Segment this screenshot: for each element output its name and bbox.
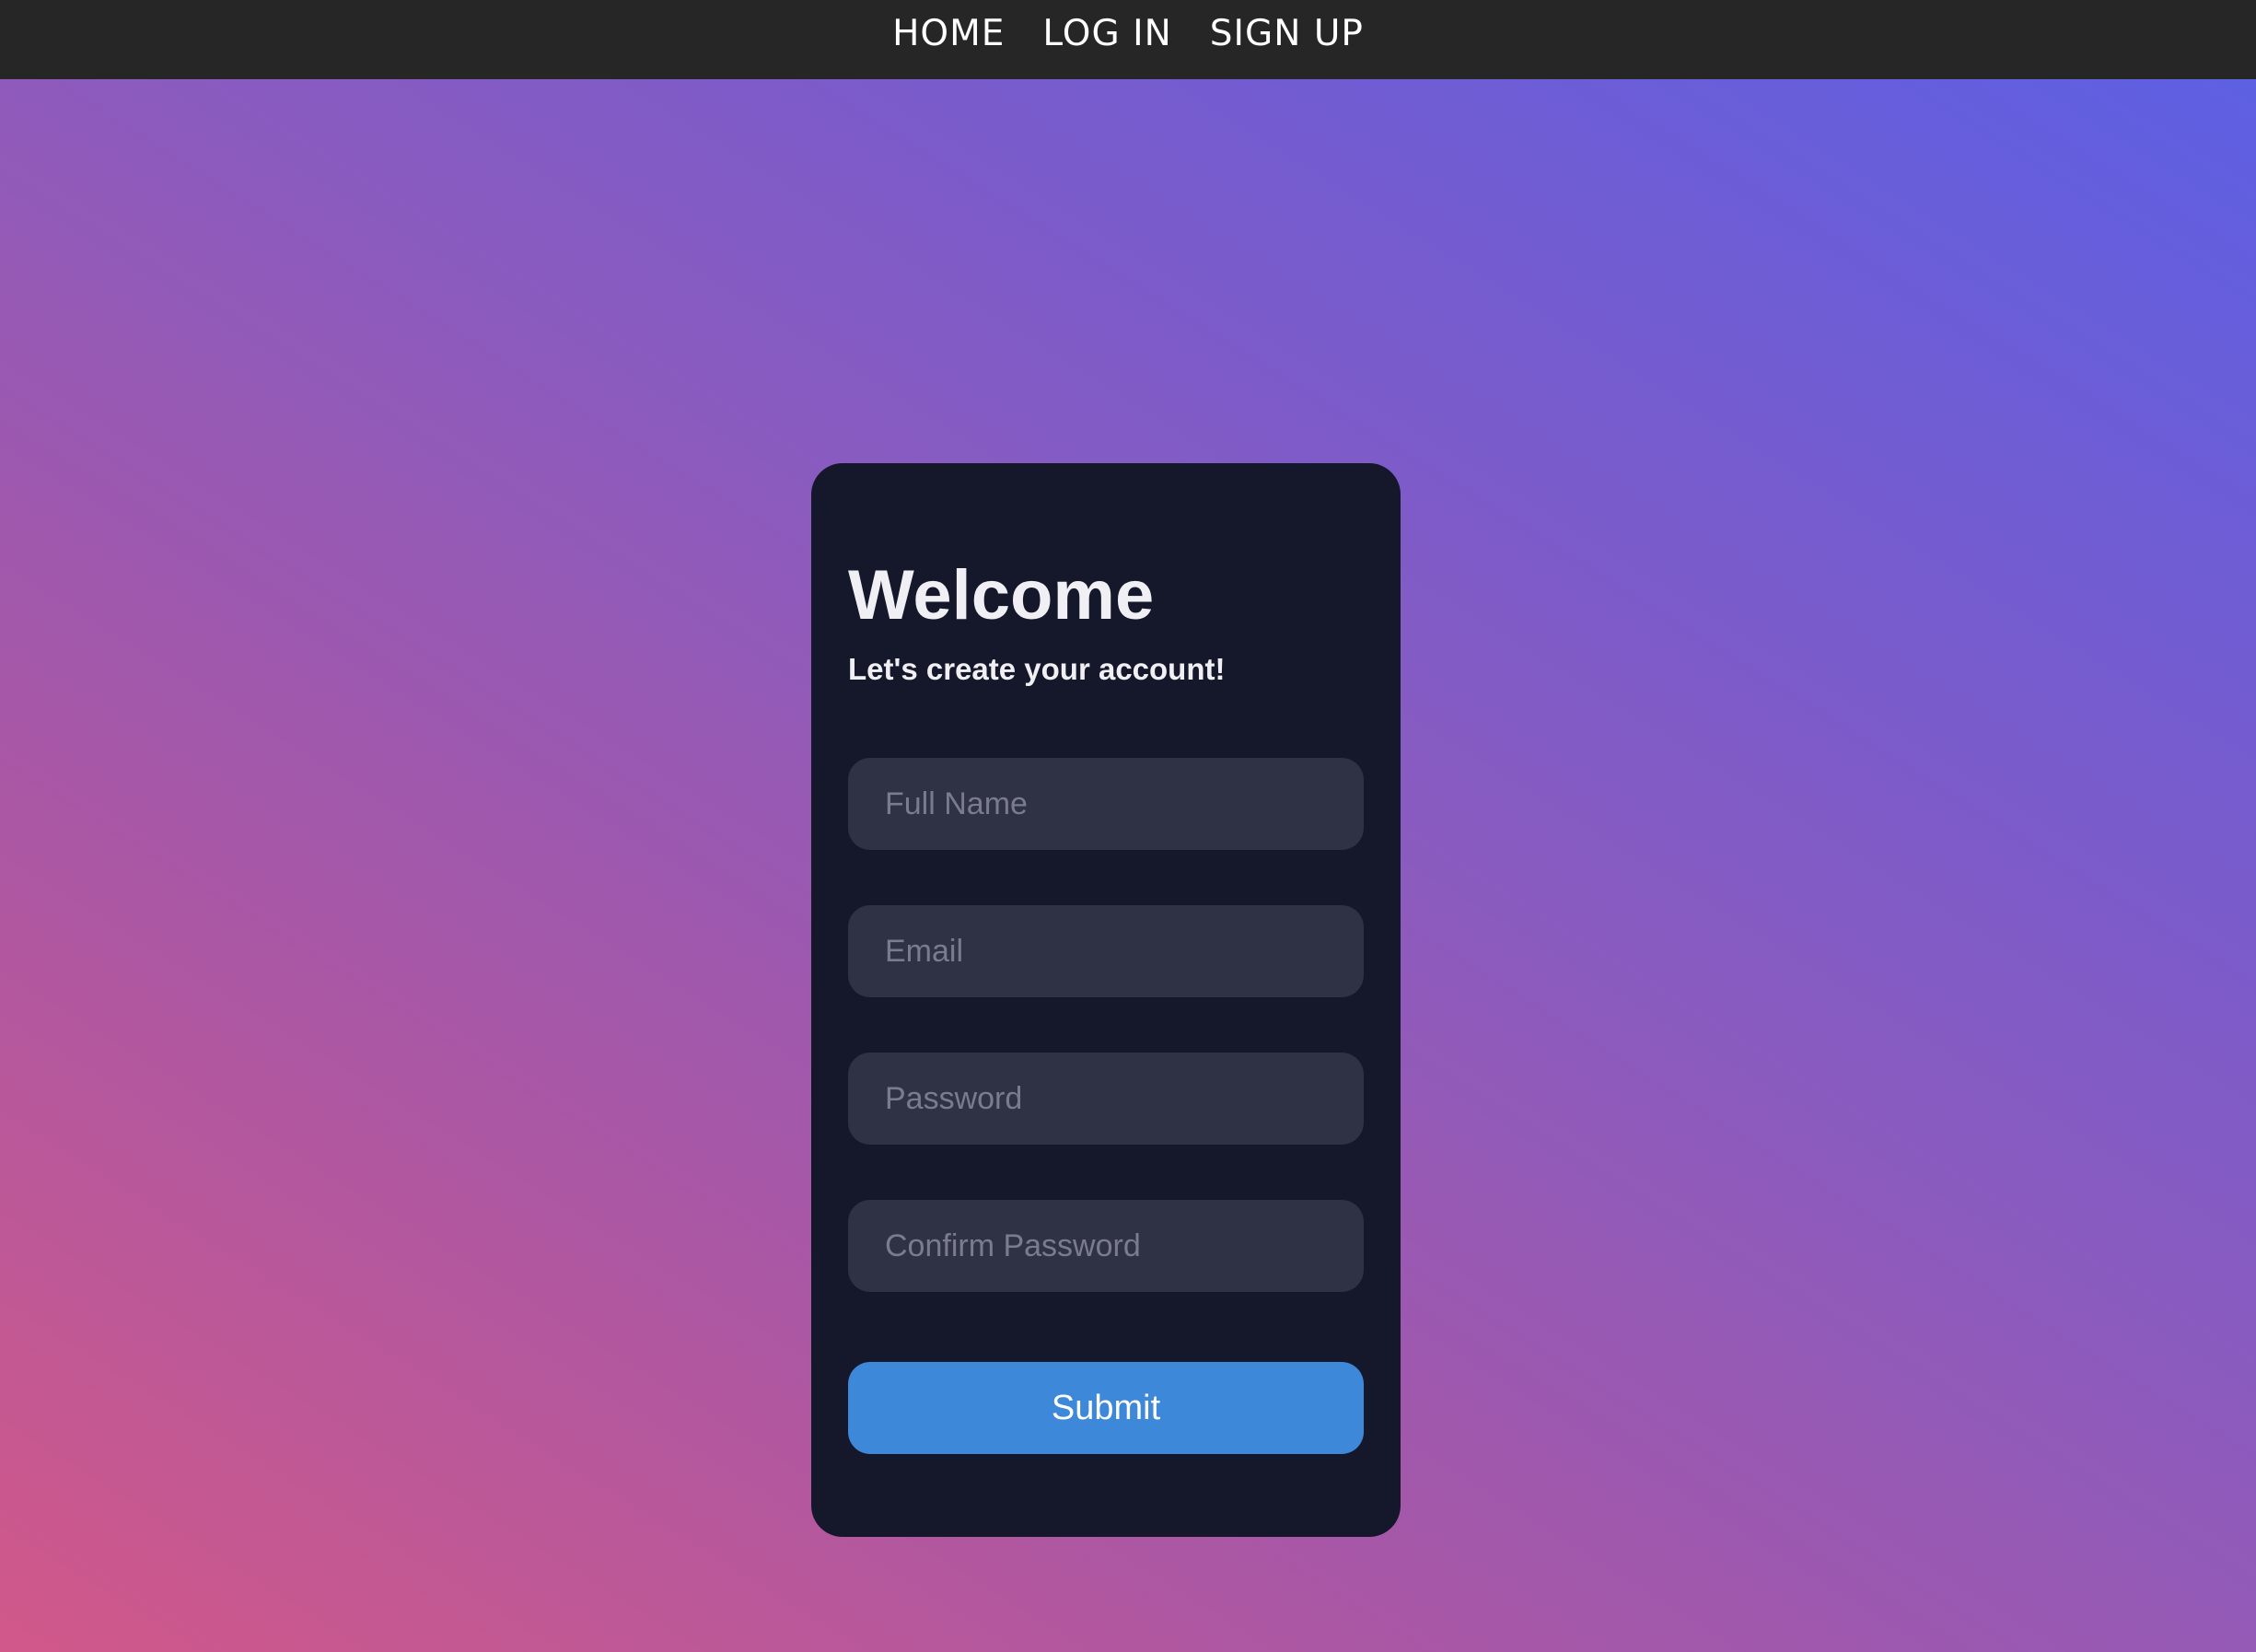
page-title: Welcome	[848, 556, 1155, 634]
signup-card: Welcome Let's create your account! Submi…	[811, 463, 1401, 1537]
nav-signup-link[interactable]: SIGN UP	[1210, 13, 1364, 54]
submit-button[interactable]: Submit	[848, 1362, 1364, 1454]
email-input[interactable]	[848, 905, 1364, 997]
password-input[interactable]	[848, 1053, 1364, 1145]
page-subtitle: Let's create your account!	[848, 652, 1226, 686]
signup-form: Submit	[848, 758, 1364, 1454]
top-nav-bar: HOME LOG IN SIGN UP	[0, 0, 2256, 79]
nav-login-link[interactable]: LOG IN	[1042, 13, 1171, 54]
full-name-input[interactable]	[848, 758, 1364, 850]
confirm-password-input[interactable]	[848, 1200, 1364, 1292]
nav-home-link[interactable]: HOME	[892, 13, 1005, 54]
